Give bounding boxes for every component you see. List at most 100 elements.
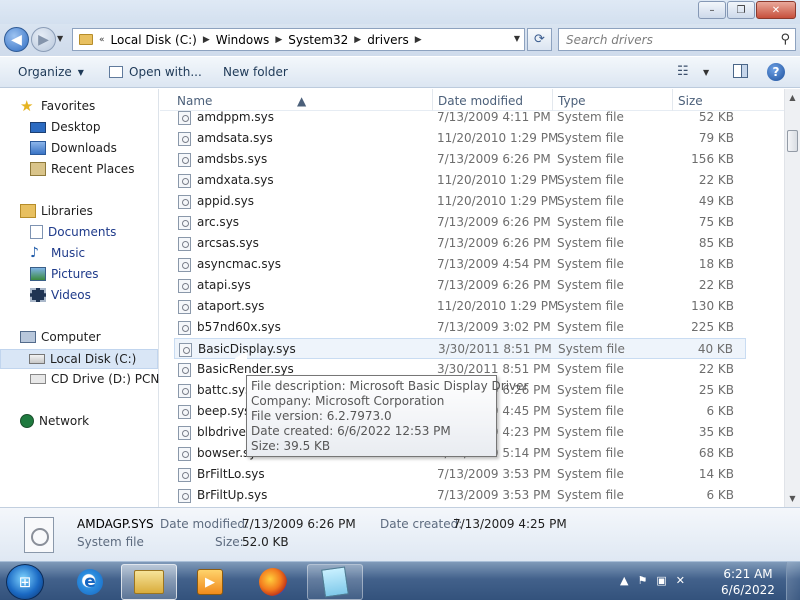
chevron-right-icon[interactable]: ▶ bbox=[415, 35, 422, 45]
chevron-right-icon[interactable]: ▶ bbox=[354, 35, 361, 45]
downloads-icon bbox=[30, 141, 46, 155]
file-type: System file bbox=[557, 257, 624, 271]
nav-recent-places[interactable]: Recent Places bbox=[30, 162, 134, 176]
file-row[interactable]: amdsata.sys 11/20/2010 1:29 PM System file… bbox=[174, 128, 746, 149]
nav-network[interactable]: Network bbox=[20, 414, 89, 428]
nav-videos[interactable]: Videos bbox=[30, 288, 91, 302]
file-name: b57nd60x.sys bbox=[197, 320, 281, 334]
file-row[interactable]: appid.sys 11/20/2010 1:29 PM System file 49… bbox=[174, 191, 746, 212]
nav-label: Favorites bbox=[41, 99, 96, 113]
column-name[interactable]: Name bbox=[177, 94, 212, 108]
column-date-modified[interactable]: Date modified bbox=[438, 94, 523, 108]
back-button[interactable]: ◀ bbox=[4, 27, 29, 52]
nav-desktop[interactable]: Desktop bbox=[30, 120, 101, 134]
file-date-modified: 7/13/2009 3:53 PM bbox=[437, 488, 551, 502]
taskbar-media-player[interactable]: ▶ bbox=[182, 564, 238, 600]
organize-menu[interactable]: Organize ▼ bbox=[18, 65, 84, 79]
chevron-right-icon[interactable]: ▶ bbox=[275, 35, 282, 45]
file-type: System file bbox=[557, 194, 624, 208]
nav-downloads[interactable]: Downloads bbox=[30, 141, 117, 155]
forward-button[interactable]: ▶ bbox=[31, 27, 56, 52]
file-row[interactable]: arcsas.sys 7/13/2009 6:26 PM System file 85… bbox=[174, 233, 746, 254]
file-date-modified: 7/13/2009 6:26 PM bbox=[437, 152, 551, 166]
new-folder-button[interactable]: New folder bbox=[223, 65, 288, 79]
column-size[interactable]: Size bbox=[678, 94, 703, 108]
file-name: amdsata.sys bbox=[197, 131, 273, 145]
column-type[interactable]: Type bbox=[558, 94, 586, 108]
vertical-scrollbar[interactable]: ▲ ▼ bbox=[784, 89, 800, 507]
volume-muted-icon[interactable]: ✕ bbox=[676, 574, 685, 587]
file-name: amdppm.sys bbox=[197, 110, 275, 124]
maximize-button[interactable]: ❐ bbox=[727, 1, 755, 19]
firefox-icon bbox=[259, 568, 287, 596]
file-type: System file bbox=[557, 446, 624, 460]
breadcrumb-local-disk[interactable]: Local Disk (C:) bbox=[111, 33, 197, 47]
search-icon[interactable]: ⚲ bbox=[780, 32, 790, 47]
search-input[interactable] bbox=[559, 29, 764, 50]
chevron-right-icon[interactable]: ▶ bbox=[203, 35, 210, 45]
minimize-button[interactable]: – bbox=[698, 1, 726, 19]
nav-favorites[interactable]: ★ Favorites bbox=[20, 99, 96, 114]
refresh-button[interactable]: ⟳ bbox=[527, 28, 552, 51]
file-name: atapi.sys bbox=[197, 278, 251, 292]
close-button[interactable]: ✕ bbox=[756, 1, 796, 19]
file-row[interactable]: atapi.sys 7/13/2009 6:26 PM System file 22 … bbox=[174, 275, 746, 296]
show-desktop-button[interactable] bbox=[786, 562, 800, 600]
search-box[interactable]: ⚲ bbox=[558, 28, 796, 51]
help-icon[interactable]: ? bbox=[767, 63, 785, 81]
file-row[interactable]: b57nd60x.sys 7/13/2009 3:02 PM System file… bbox=[174, 317, 746, 338]
nav-documents[interactable]: Documents bbox=[30, 225, 116, 239]
file-row[interactable]: BasicDisplay.sys 3/30/2011 8:51 PM System … bbox=[174, 338, 746, 359]
action-center-flag-icon[interactable]: ⚑ bbox=[637, 574, 647, 587]
details-date-modified-value: 7/13/2009 6:26 PM bbox=[242, 517, 356, 531]
show-hidden-icons-icon[interactable]: ▲ bbox=[620, 574, 628, 587]
chevron-down-icon[interactable]: ▼ bbox=[514, 34, 520, 43]
view-dropdown-icon[interactable]: ▼ bbox=[703, 68, 709, 77]
file-row[interactable]: ataport.sys 11/20/2010 1:29 PM System file… bbox=[174, 296, 746, 317]
start-button[interactable]: ⊞ bbox=[6, 564, 44, 600]
view-options-icon[interactable]: ☷ bbox=[677, 64, 689, 79]
nav-local-disk[interactable]: Local Disk (C:) bbox=[0, 349, 158, 369]
file-size: 85 KB bbox=[698, 236, 734, 250]
file-type: System file bbox=[557, 383, 624, 397]
scroll-down-arrow-icon[interactable]: ▼ bbox=[785, 490, 800, 507]
nav-pictures[interactable]: Pictures bbox=[30, 267, 99, 281]
breadcrumb-windows[interactable]: Windows bbox=[216, 33, 270, 47]
file-row[interactable]: BrFiltLo.sys 7/13/2009 3:53 PM System file… bbox=[174, 464, 746, 485]
nav-cd-drive[interactable]: CD Drive (D:) PCNet bbox=[30, 372, 171, 386]
file-row[interactable]: amdppm.sys 7/13/2009 4:11 PM System file 52… bbox=[174, 107, 746, 128]
nav-label: Documents bbox=[48, 225, 117, 239]
breadcrumb-overflow[interactable]: « bbox=[99, 35, 105, 45]
file-row[interactable]: asyncmac.sys 7/13/2009 4:54 PM System file… bbox=[174, 254, 746, 275]
nav-computer[interactable]: Computer bbox=[20, 330, 101, 344]
taskbar-internet-explorer[interactable]: e bbox=[62, 564, 118, 600]
file-row[interactable]: BrFiltUp.sys 7/13/2009 3:53 PM System file… bbox=[174, 485, 746, 506]
system-file-icon bbox=[178, 258, 191, 272]
system-file-icon bbox=[178, 384, 191, 398]
file-row[interactable]: amdxata.sys 11/20/2010 1:29 PM System file… bbox=[174, 170, 746, 191]
file-type: System file bbox=[557, 173, 624, 187]
new-folder-label: New folder bbox=[223, 65, 288, 79]
file-row[interactable]: amdsbs.sys 7/13/2009 6:26 PM System file 15… bbox=[174, 149, 746, 170]
taskbar-firefox[interactable] bbox=[245, 564, 301, 600]
breadcrumb-drivers[interactable]: drivers bbox=[367, 33, 409, 47]
file-name: asyncmac.sys bbox=[197, 257, 281, 271]
file-row[interactable]: arc.sys 7/13/2009 6:26 PM System file 75 KB bbox=[174, 212, 746, 233]
scroll-thumb[interactable] bbox=[787, 130, 798, 152]
taskbar-notepad[interactable] bbox=[307, 564, 363, 600]
taskbar-clock[interactable]: 6:21 AM 6/6/2022 bbox=[716, 566, 780, 598]
nav-label: CD Drive (D:) PCNet bbox=[51, 372, 172, 386]
address-bar[interactable]: « Local Disk (C:) ▶ Windows ▶ System32 ▶… bbox=[72, 28, 525, 51]
videos-icon bbox=[30, 288, 46, 302]
preview-pane-icon[interactable] bbox=[733, 64, 748, 78]
recent-pages-dropdown[interactable]: ▼ bbox=[57, 34, 63, 43]
nav-libraries[interactable]: Libraries bbox=[20, 204, 93, 218]
taskbar-windows-explorer[interactable] bbox=[121, 564, 177, 600]
nav-music[interactable]: ♪ Music bbox=[30, 246, 85, 260]
breadcrumb-system32[interactable]: System32 bbox=[288, 33, 348, 47]
file-size: 6 KB bbox=[706, 488, 734, 502]
computer-icon bbox=[20, 331, 36, 343]
network-tray-icon[interactable]: ▣ bbox=[656, 574, 666, 587]
open-with-button[interactable]: Open with... bbox=[109, 65, 202, 79]
scroll-up-arrow-icon[interactable]: ▲ bbox=[785, 89, 800, 106]
